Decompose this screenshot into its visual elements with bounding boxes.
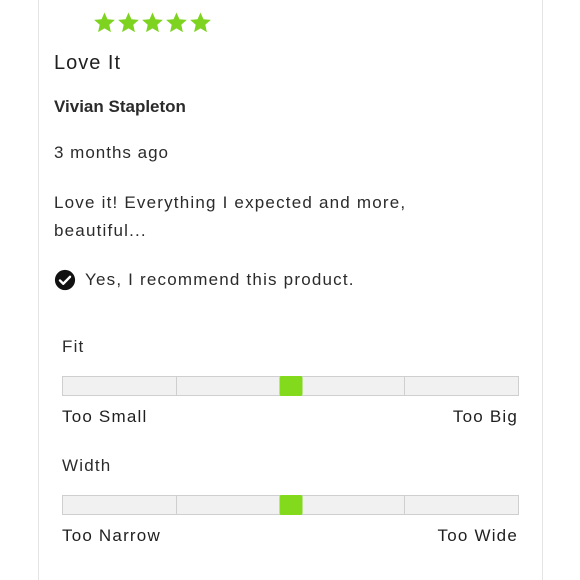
star-icon xyxy=(189,11,212,39)
width-scale-segment xyxy=(405,495,519,515)
recommend-row: Yes, I recommend this product. xyxy=(54,269,355,291)
review-body: Love it! Everything I expected and more,… xyxy=(54,193,407,240)
check-circle-icon xyxy=(54,269,76,291)
review-author: Vivian Stapleton xyxy=(54,97,186,116)
star-icon xyxy=(93,11,116,39)
width-label: Width xyxy=(62,456,112,475)
recommend-text: Yes, I recommend this product. xyxy=(85,270,355,289)
fit-scale-segment xyxy=(62,376,177,396)
star-icon xyxy=(165,11,188,39)
fit-scale-segment xyxy=(405,376,519,396)
fit-scale-bar xyxy=(62,376,519,396)
star-rating xyxy=(93,11,212,39)
review-title: Love It xyxy=(54,52,122,74)
width-scale-bar xyxy=(62,495,519,515)
fit-min-label: Too Small xyxy=(62,407,148,426)
fit-max-label: Too Big xyxy=(452,407,518,426)
fit-scale-segment xyxy=(291,376,405,396)
star-icon xyxy=(141,11,164,39)
star-icon xyxy=(117,11,140,39)
width-scale-segment xyxy=(177,495,291,515)
review-date: 3 months ago xyxy=(54,143,170,162)
fit-marker xyxy=(279,376,302,396)
width-marker xyxy=(279,495,302,515)
width-scale-segment xyxy=(62,495,177,515)
width-max-label: Too Wide xyxy=(437,526,518,545)
fit-label: Fit xyxy=(62,337,85,356)
width-min-label: Too Narrow xyxy=(62,526,161,545)
fit-scale-segment xyxy=(177,376,291,396)
width-scale-segment xyxy=(291,495,405,515)
